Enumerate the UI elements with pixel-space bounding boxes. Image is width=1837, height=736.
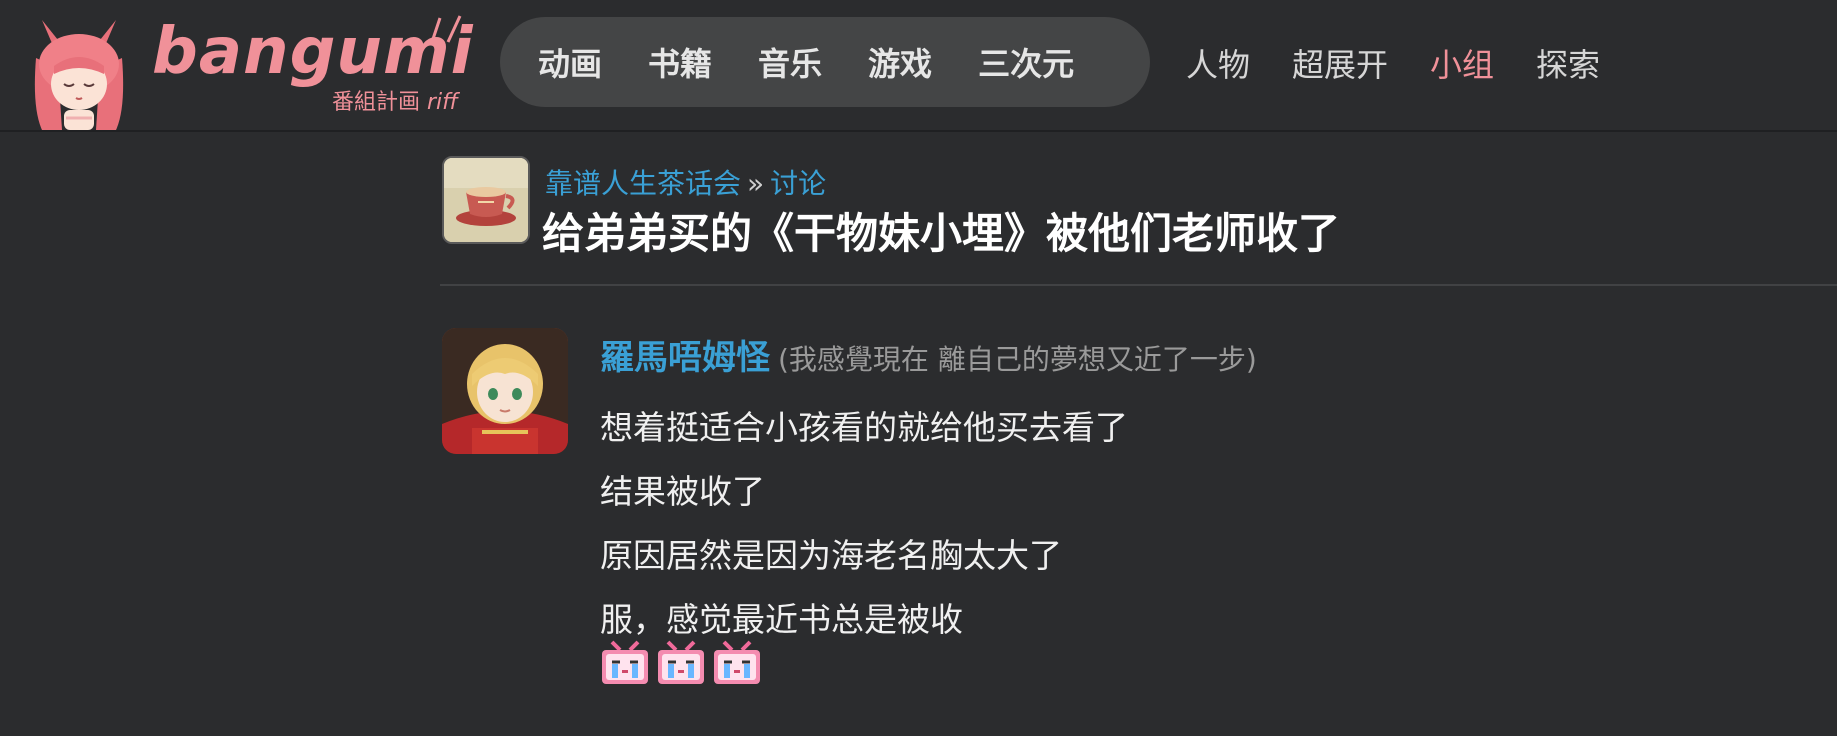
logo-subtitle: 番組計画 riff (332, 84, 458, 116)
post-user-line: 羅馬唔姆怪 (我感覺現在 離自己的夢想又近了一步) (600, 330, 1257, 379)
post-line: 结果被收了 (600, 472, 765, 511)
mascot-icon (34, 20, 124, 130)
topic-header: 靠谱人生茶话会» 讨论 给弟弟买的《干物妹小埋》被他们老师收了 (440, 156, 1837, 286)
nav-games[interactable]: 游戏 (868, 39, 932, 85)
topic-title: 给弟弟买的《干物妹小埋》被他们老师收了 (542, 209, 1341, 258)
sticker-row (598, 640, 764, 688)
breadcrumb-section-link[interactable]: 讨论 (770, 167, 826, 200)
logo-antenna-icon (430, 15, 462, 43)
nav-people[interactable]: 人物 (1186, 40, 1250, 86)
user-avatar[interactable] (442, 328, 568, 454)
user-signature: (我感覺現在 離自己的夢想又近了一步) (778, 343, 1257, 376)
user-avatar-image (442, 328, 568, 454)
nav-groups[interactable]: 小组 (1430, 40, 1494, 86)
post: 羅馬唔姆怪 (我感覺現在 離自己的夢想又近了一步) 想着挺适合小孩看的就给他买去看… (440, 328, 1837, 708)
breadcrumb: 靠谱人生茶话会» 讨论 (545, 162, 826, 202)
breadcrumb-separator: » (747, 167, 765, 200)
group-avatar[interactable] (442, 156, 530, 244)
username-link[interactable]: 羅馬唔姆怪 (600, 338, 770, 378)
post-body: 想着挺适合小孩看的就给他买去看了 结果被收了 原因居然是因为海老名胸太大了 服，… (600, 396, 1128, 652)
crying-tv-sticker-icon (602, 640, 648, 684)
post-line: 想着挺适合小孩看的就给他买去看了 (600, 408, 1128, 447)
site-logo[interactable]: bangumi 番組計画 riff (24, 15, 484, 130)
teacup-icon (444, 158, 528, 242)
nav-real[interactable]: 三次元 (978, 39, 1074, 85)
nav-anime[interactable]: 动画 (538, 39, 602, 85)
nav-music[interactable]: 音乐 (758, 39, 822, 85)
secondary-nav: 人物 超展开 小组 探索 (1186, 40, 1600, 86)
post-line: 原因居然是因为海老名胸太大了 (600, 536, 1062, 575)
nav-explore[interactable]: 探索 (1536, 40, 1600, 86)
breadcrumb-group-link[interactable]: 靠谱人生茶话会 (545, 167, 741, 200)
primary-nav: 动画 书籍 音乐 游戏 三次元 (500, 17, 1150, 107)
nav-books[interactable]: 书籍 (648, 39, 712, 85)
site-header: bangumi 番組計画 riff 动画 书籍 音乐 游戏 三次元 人物 超展开… (0, 0, 1837, 132)
crying-tv-sticker-icon (658, 640, 704, 684)
nav-rakuen[interactable]: 超展开 (1292, 40, 1388, 86)
crying-tv-sticker-icon (714, 640, 760, 684)
logo-subtitle-suffix: riff (427, 90, 459, 115)
logo-subtitle-text: 番組計画 (332, 90, 421, 115)
